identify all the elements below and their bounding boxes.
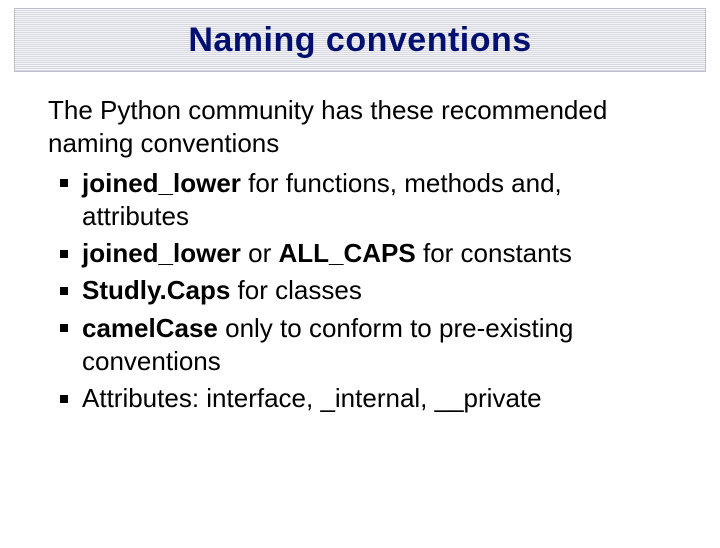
text: for constants — [416, 238, 572, 268]
bold-text: joined_lower — [82, 238, 241, 268]
list-item: camelCase only to conform to pre-existin… — [60, 312, 672, 379]
intro-text: The Python community has these recommend… — [48, 94, 672, 161]
bullet-icon — [60, 287, 68, 295]
list-item: joined_lower or ALL_CAPS for constants — [60, 237, 672, 270]
bullet-icon — [60, 395, 68, 403]
bold-text: Studly.Caps — [82, 275, 230, 305]
bullet-icon — [60, 250, 68, 258]
bold-text: ALL_CAPS — [279, 238, 416, 268]
text: Attributes: interface, _internal, __priv… — [82, 383, 542, 413]
slide: Naming conventions The Python community … — [0, 8, 720, 548]
text: or — [241, 238, 279, 268]
title-bar: Naming conventions — [14, 8, 706, 72]
bullet-icon — [60, 179, 68, 187]
slide-title: Naming conventions — [188, 21, 531, 60]
bold-text: joined_lower — [82, 168, 241, 198]
list-item: Attributes: interface, _internal, __priv… — [60, 382, 672, 415]
bullet-list: joined_lower for functions, methods and,… — [48, 167, 672, 416]
bold-text: camelCase — [82, 313, 218, 343]
list-item: Studly.Caps for classes — [60, 274, 672, 307]
list-item: joined_lower for functions, methods and,… — [60, 167, 672, 234]
text: for classes — [230, 275, 362, 305]
slide-body: The Python community has these recommend… — [0, 72, 720, 415]
bullet-icon — [60, 324, 68, 332]
